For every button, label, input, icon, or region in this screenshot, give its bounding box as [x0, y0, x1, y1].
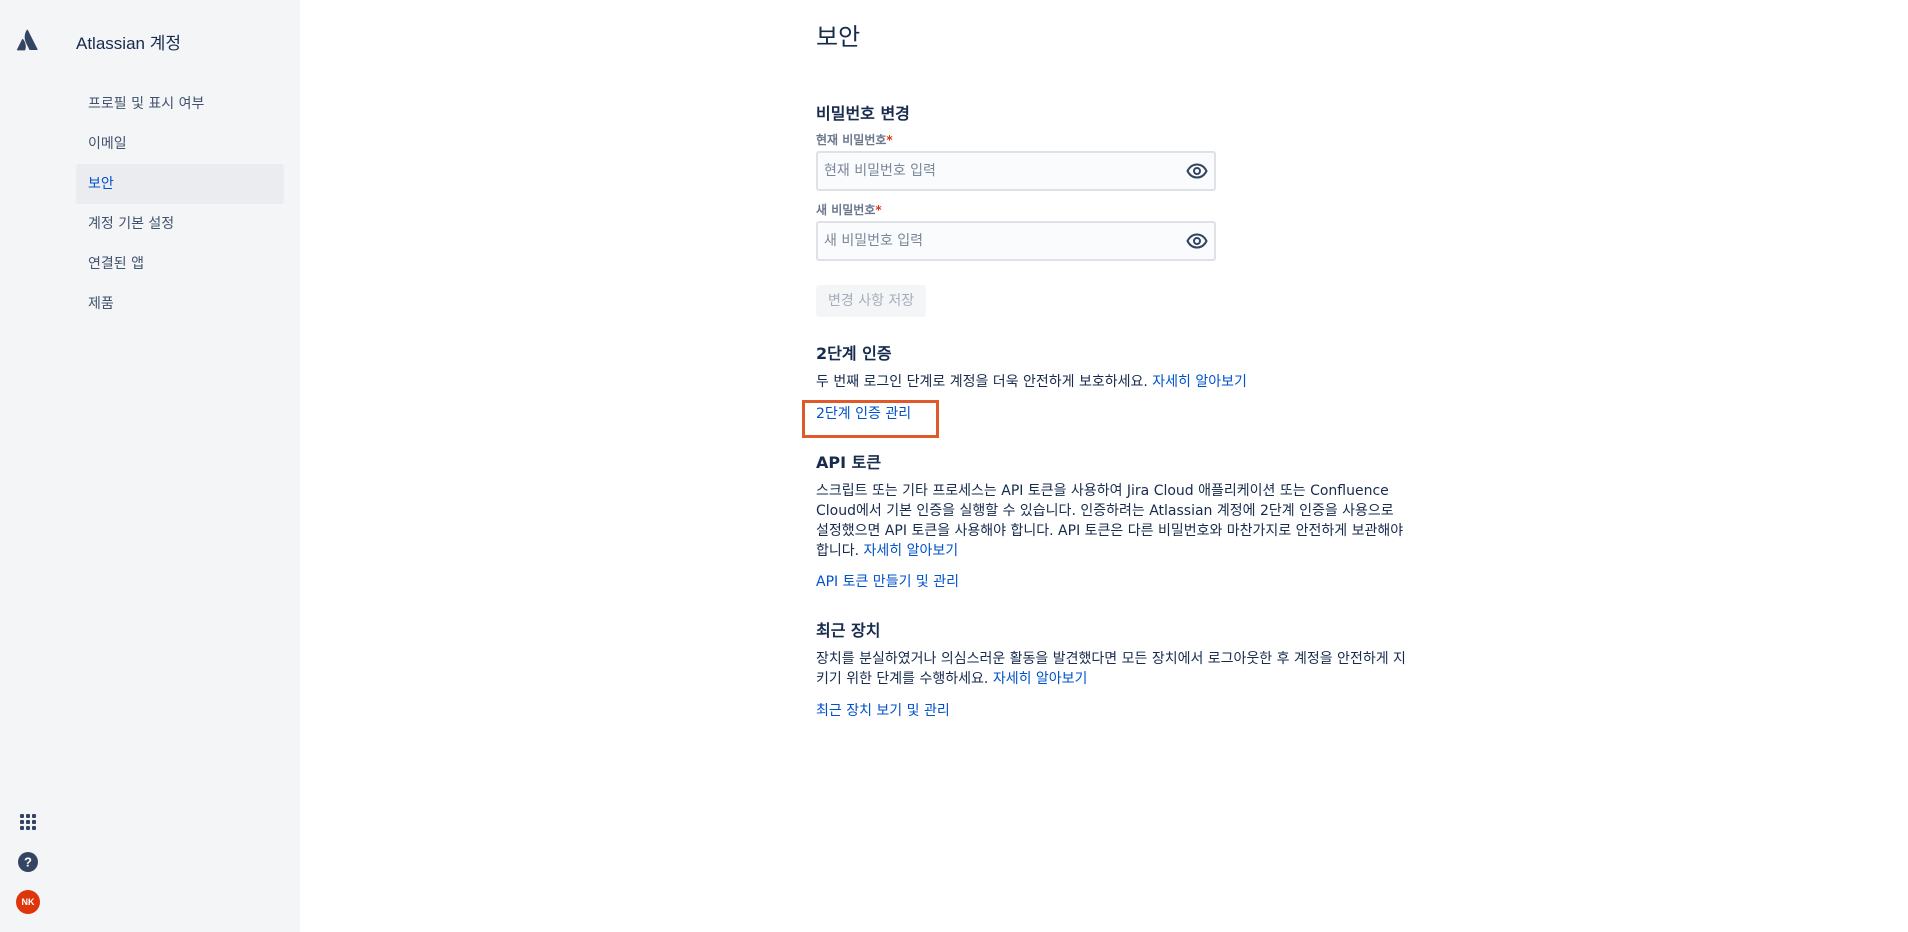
help-icon[interactable]: ?: [16, 850, 40, 874]
sidebar-item-account-preferences[interactable]: 계정 기본 설정: [76, 204, 284, 244]
manage-api-tokens-link[interactable]: API 토큰 만들기 및 관리: [816, 572, 959, 592]
app-title: Atlassian 계정: [76, 34, 181, 53]
sidebar-nav: 프로필 및 표시 여부 이메일 보안 계정 기본 설정 연결된 앱 제품: [76, 84, 284, 324]
api-token-section-title: API 토큰: [816, 453, 882, 472]
avatar-initials: NK: [16, 890, 40, 914]
sidebar-item-profile[interactable]: 프로필 및 표시 여부: [76, 84, 284, 124]
api-token-learn-more-link[interactable]: 자세히 알아보기: [864, 543, 959, 559]
avatar[interactable]: NK: [16, 890, 40, 914]
save-changes-button[interactable]: 변경 사항 저장: [816, 285, 927, 317]
page-title: 보안: [816, 23, 861, 51]
sidebar-item-products[interactable]: 제품: [76, 284, 284, 324]
sidebar-bottom-icons: ? NK: [16, 810, 40, 930]
show-password-icon[interactable]: [1186, 231, 1208, 251]
sidebar-item-security[interactable]: 보안: [76, 164, 284, 204]
sidebar: Atlassian 계정 프로필 및 표시 여부 이메일 보안 계정 기본 설정…: [0, 0, 300, 932]
app-switcher-icon[interactable]: [16, 810, 40, 834]
devices-description: 장치를 분실하였거나 의심스러운 활동을 발견했다면 모든 장치에서 로그아웃한…: [816, 649, 1406, 689]
manage-devices-link[interactable]: 최근 장치 보기 및 관리: [816, 701, 950, 721]
current-password-field: [816, 151, 1216, 191]
highlight-box: [802, 400, 939, 438]
two-step-learn-more-link[interactable]: 자세히 알아보기: [1152, 374, 1247, 390]
devices-description-text: 장치를 분실하였거나 의심스러운 활동을 발견했다면 모든 장치에서 로그아웃한…: [816, 651, 1406, 687]
new-password-label-text: 새 비밀번호: [816, 203, 876, 217]
required-mark: *: [886, 133, 893, 147]
two-step-section-title: 2단계 인증: [816, 344, 892, 363]
atlassian-logo-icon[interactable]: [16, 28, 40, 52]
sidebar-item-email[interactable]: 이메일: [76, 124, 284, 164]
api-token-description: 스크립트 또는 기타 프로세스는 API 토큰을 사용하여 Jira Cloud…: [816, 481, 1406, 561]
current-password-label: 현재 비밀번호*: [816, 131, 893, 148]
two-step-description: 두 번째 로그인 단계로 계정을 더욱 안전하게 보호하세요. 자세히 알아보기: [816, 372, 1416, 392]
new-password-label: 새 비밀번호*: [816, 201, 882, 218]
required-mark: *: [875, 203, 882, 217]
two-step-description-text: 두 번째 로그인 단계로 계정을 더욱 안전하게 보호하세요.: [816, 374, 1148, 390]
show-password-icon[interactable]: [1186, 161, 1208, 181]
new-password-input[interactable]: [818, 223, 1214, 259]
svg-text:?: ?: [24, 855, 32, 870]
current-password-label-text: 현재 비밀번호: [816, 133, 887, 147]
current-password-input[interactable]: [818, 153, 1214, 189]
password-section-title: 비밀번호 변경: [816, 104, 910, 123]
devices-learn-more-link[interactable]: 자세히 알아보기: [993, 671, 1088, 687]
sidebar-item-connected-apps[interactable]: 연결된 앱: [76, 244, 284, 284]
devices-section-title: 최근 장치: [816, 621, 881, 640]
new-password-field: [816, 221, 1216, 261]
